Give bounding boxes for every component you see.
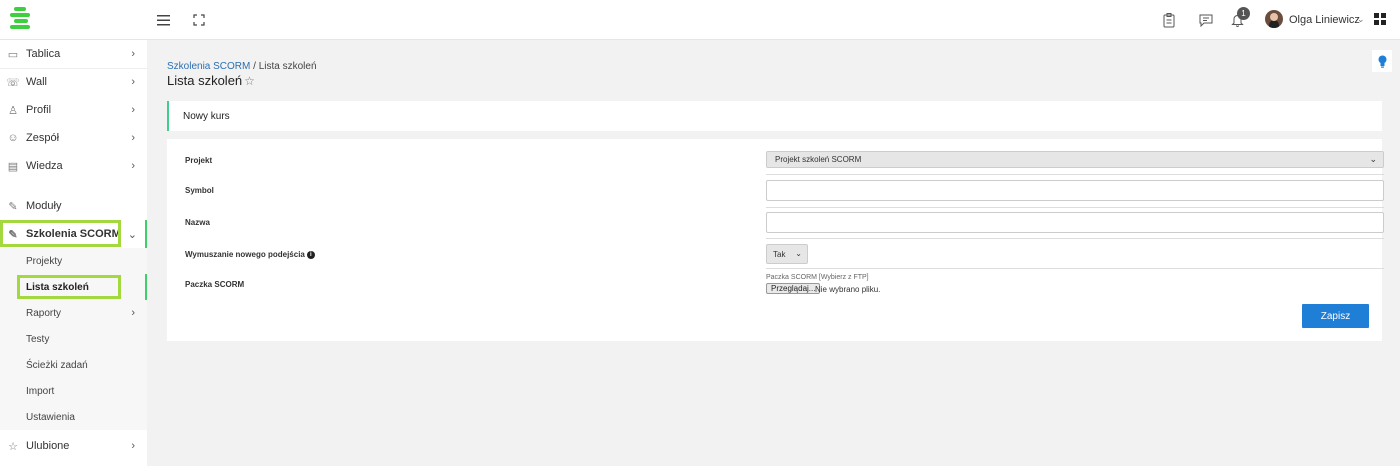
- save-button[interactable]: Zapisz: [1302, 304, 1369, 328]
- highlight-box: [17, 275, 121, 299]
- book-icon: ▤: [7, 160, 19, 173]
- breadcrumb-link[interactable]: Szkolenia SCORM: [167, 61, 250, 72]
- hamburger-icon[interactable]: [153, 10, 173, 30]
- chevron-down-icon: ⌄: [127, 228, 137, 241]
- sidebar-subitem-raporty[interactable]: Raporty ›: [0, 300, 147, 326]
- symbol-input[interactable]: [766, 180, 1384, 201]
- top-bar: 1 Olga Liniewicz ⌄: [0, 0, 1400, 40]
- sidebar-subitem-label: Ścieżki zadań: [26, 359, 88, 371]
- sidebar-subitem-testy[interactable]: Testy: [0, 326, 147, 352]
- sidebar-item-label: Profil: [26, 104, 52, 116]
- apps-grid-icon[interactable]: [1374, 13, 1386, 25]
- sidebar-subitem-projekty[interactable]: Projekty: [0, 248, 147, 274]
- wymuszanie-select-value: Tak: [773, 250, 786, 259]
- sidebar: ▭ Tablica › ☏ Wall › ♙ Profil › ☺ Zespół…: [0, 40, 147, 466]
- star-icon[interactable]: ☆: [244, 74, 255, 88]
- monitor-icon: ▭: [7, 48, 19, 61]
- sidebar-subitem-label: Import: [26, 385, 55, 397]
- user-icon: ♙: [8, 104, 18, 117]
- sidebar-item-ulubione[interactable]: ☆ Ulubione ›: [0, 432, 147, 460]
- breadcrumb: Szkolenia SCORM / Lista szkoleń: [167, 61, 317, 72]
- sidebar-subitem-import[interactable]: Import: [0, 378, 147, 404]
- highlight-box: [0, 220, 121, 247]
- wymuszanie-select[interactable]: Tak ⌄: [766, 244, 808, 264]
- team-icon: ☺: [7, 132, 19, 144]
- active-indicator: [145, 220, 147, 248]
- field-label: Wymuszanie nowego podejścia i: [185, 250, 315, 259]
- chevron-down-icon: ⌄: [795, 249, 802, 258]
- sidebar-subitem-sciezki-zadan[interactable]: Ścieżki zadań: [0, 352, 147, 378]
- sidebar-item-profil[interactable]: ♙ Profil ›: [0, 96, 147, 124]
- fullscreen-icon[interactable]: [189, 10, 209, 30]
- page-title: Lista szkoleń ☆: [167, 73, 255, 88]
- field-label: Paczka SCORM: [185, 280, 245, 289]
- field-label: Projekt: [185, 156, 213, 165]
- wall-icon: ☏: [6, 76, 20, 89]
- page-title-text: Lista szkoleń: [167, 73, 243, 88]
- chevron-right-icon: ›: [131, 132, 135, 144]
- avatar[interactable]: [1265, 10, 1283, 28]
- sidebar-item-label: Wall: [26, 76, 47, 88]
- card-heading: Nowy kurs: [183, 111, 230, 122]
- active-indicator: [145, 274, 147, 300]
- info-icon[interactable]: i: [306, 250, 315, 259]
- nazwa-input[interactable]: [766, 212, 1384, 233]
- breadcrumb-separator: /: [250, 61, 259, 72]
- field-label: Symbol: [185, 186, 214, 195]
- projekt-select-value: Projekt szkoleń SCORM: [775, 155, 862, 164]
- file-status: Nie wybrano pliku.: [815, 285, 881, 294]
- sidebar-item-wall[interactable]: ☏ Wall ›: [0, 68, 147, 96]
- notification-badge: 1: [1237, 7, 1250, 20]
- breadcrumb-current: Lista szkoleń: [258, 61, 317, 72]
- app-logo[interactable]: [10, 7, 32, 31]
- form-card: Projekt Projekt szkoleń SCORM ⌄ Symbol N…: [167, 139, 1384, 341]
- browse-button[interactable]: Przeglądaj...: [766, 283, 821, 294]
- sidebar-item-tablica[interactable]: ▭ Tablica ›: [0, 40, 147, 68]
- chevron-down-icon[interactable]: ⌄: [1357, 14, 1365, 25]
- chevron-right-icon: ›: [131, 440, 135, 452]
- star-icon: ☆: [8, 440, 18, 453]
- sidebar-item-label: Ulubione: [26, 440, 70, 452]
- chevron-right-icon: ›: [131, 76, 135, 88]
- clipboard-icon[interactable]: [1159, 10, 1179, 30]
- sidebar-item-label: Wiedza: [26, 160, 63, 172]
- field-label-text: Wymuszanie nowego podejścia: [185, 250, 305, 259]
- wrench-icon: ✎: [8, 200, 18, 213]
- sidebar-subitem-label: Testy: [26, 333, 50, 345]
- sidebar-item-moduly[interactable]: ✎ Moduły: [0, 192, 147, 220]
- sidebar-item-label: Moduły: [26, 200, 62, 212]
- field-label: Nazwa: [185, 218, 210, 227]
- chevron-down-icon: ⌄: [1369, 154, 1377, 164]
- sidebar-item-label: Zespół: [26, 132, 60, 144]
- sidebar-subitem-label: Ustawienia: [26, 411, 75, 423]
- lightbulb-icon[interactable]: [1372, 50, 1392, 72]
- sidebar-subitem-ustawienia[interactable]: Ustawienia: [0, 404, 147, 430]
- sidebar-item-wiedza[interactable]: ▤ Wiedza ›: [0, 152, 147, 180]
- chevron-right-icon: ›: [131, 160, 135, 172]
- chevron-right-icon: ›: [131, 104, 135, 116]
- sidebar-subitem-label: Raporty: [26, 307, 62, 319]
- user-name[interactable]: Olga Liniewicz: [1289, 14, 1360, 26]
- card-header: Nowy kurs: [167, 101, 1382, 131]
- chevron-right-icon: ›: [131, 48, 135, 60]
- sidebar-item-label: Tablica: [26, 48, 61, 60]
- sidebar-item-zespol[interactable]: ☺ Zespół ›: [0, 124, 147, 152]
- chat-icon[interactable]: [1196, 10, 1216, 30]
- chevron-right-icon: ›: [131, 307, 135, 319]
- sidebar-subitem-label: Projekty: [26, 255, 63, 267]
- scorm-hint[interactable]: Paczka SCORM [Wybierz z FTP]: [766, 274, 869, 281]
- projekt-select[interactable]: Projekt szkoleń SCORM ⌄: [766, 151, 1384, 168]
